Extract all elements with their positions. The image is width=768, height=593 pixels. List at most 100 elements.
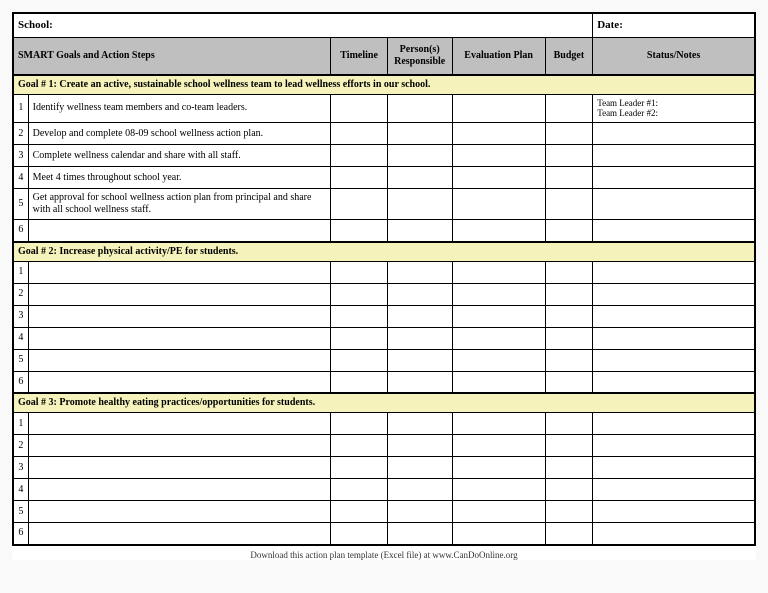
step-row: 2	[13, 435, 755, 457]
cell-notes	[593, 371, 755, 393]
cell-persons	[387, 189, 452, 220]
step-text	[28, 371, 331, 393]
step-row: 3Complete wellness calendar and share wi…	[13, 145, 755, 167]
cell-timeline	[331, 523, 387, 545]
hdr-goals: SMART Goals and Action Steps	[13, 37, 331, 75]
step-row: 5	[13, 501, 755, 523]
step-text	[28, 501, 331, 523]
step-text: Get approval for school wellness action …	[28, 189, 331, 220]
cell-eval	[452, 371, 545, 393]
cell-budget	[545, 145, 593, 167]
cell-notes	[593, 349, 755, 371]
step-row: 6	[13, 371, 755, 393]
cell-persons	[387, 371, 452, 393]
cell-persons	[387, 435, 452, 457]
cell-timeline	[331, 435, 387, 457]
step-row: 3	[13, 305, 755, 327]
step-text: Meet 4 times throughout school year.	[28, 167, 331, 189]
step-number: 1	[13, 94, 28, 123]
cell-persons	[387, 220, 452, 242]
step-row: 1	[13, 261, 755, 283]
step-text	[28, 349, 331, 371]
cell-timeline	[331, 371, 387, 393]
cell-budget	[545, 167, 593, 189]
cell-notes: Team Leader #1: Team Leader #2:	[593, 94, 755, 123]
step-number: 3	[13, 145, 28, 167]
hdr-eval: Evaluation Plan	[452, 37, 545, 75]
cell-eval	[452, 167, 545, 189]
step-number: 6	[13, 220, 28, 242]
step-row: 4	[13, 327, 755, 349]
cell-budget	[545, 479, 593, 501]
cell-eval	[452, 479, 545, 501]
cell-notes	[593, 327, 755, 349]
hdr-notes: Status/Notes	[593, 37, 755, 75]
step-number: 1	[13, 261, 28, 283]
cell-eval	[452, 94, 545, 123]
cell-persons	[387, 305, 452, 327]
cell-timeline	[331, 413, 387, 435]
step-number: 5	[13, 501, 28, 523]
cell-persons	[387, 501, 452, 523]
step-text	[28, 305, 331, 327]
cell-notes	[593, 189, 755, 220]
cell-notes	[593, 145, 755, 167]
step-row: 1	[13, 413, 755, 435]
cell-eval	[452, 123, 545, 145]
header-row: SMART Goals and Action Steps Timeline Pe…	[13, 37, 755, 75]
cell-eval	[452, 413, 545, 435]
cell-budget	[545, 349, 593, 371]
step-text	[28, 261, 331, 283]
cell-eval	[452, 283, 545, 305]
cell-timeline	[331, 327, 387, 349]
step-row: 4	[13, 479, 755, 501]
top-row: School: Date:	[13, 13, 755, 37]
cell-timeline	[331, 283, 387, 305]
cell-persons	[387, 167, 452, 189]
cell-budget	[545, 457, 593, 479]
step-row: 2	[13, 283, 755, 305]
step-number: 2	[13, 123, 28, 145]
step-row: 6	[13, 523, 755, 545]
cell-timeline	[331, 145, 387, 167]
cell-timeline	[331, 261, 387, 283]
cell-persons	[387, 327, 452, 349]
cell-budget	[545, 305, 593, 327]
cell-eval	[452, 305, 545, 327]
step-text	[28, 435, 331, 457]
cell-budget	[545, 327, 593, 349]
step-number: 6	[13, 371, 28, 393]
cell-notes	[593, 167, 755, 189]
cell-timeline	[331, 123, 387, 145]
cell-persons	[387, 145, 452, 167]
cell-persons	[387, 479, 452, 501]
school-label: School:	[13, 13, 593, 37]
hdr-persons: Person(s) Responsible	[387, 37, 452, 75]
step-number: 3	[13, 305, 28, 327]
cell-notes	[593, 123, 755, 145]
cell-eval	[452, 523, 545, 545]
cell-budget	[545, 283, 593, 305]
cell-timeline	[331, 479, 387, 501]
cell-budget	[545, 523, 593, 545]
cell-persons	[387, 457, 452, 479]
cell-budget	[545, 261, 593, 283]
cell-persons	[387, 413, 452, 435]
step-text	[28, 413, 331, 435]
cell-notes	[593, 457, 755, 479]
step-number: 5	[13, 349, 28, 371]
cell-timeline	[331, 189, 387, 220]
step-row: 5Get approval for school wellness action…	[13, 189, 755, 220]
cell-timeline	[331, 94, 387, 123]
step-text	[28, 220, 331, 242]
step-number: 2	[13, 283, 28, 305]
cell-persons	[387, 261, 452, 283]
step-row: 1Identify wellness team members and co-t…	[13, 94, 755, 123]
step-text	[28, 327, 331, 349]
cell-notes	[593, 501, 755, 523]
plan-table: School: Date: SMART Goals and Action Ste…	[12, 12, 756, 546]
cell-timeline	[331, 349, 387, 371]
cell-timeline	[331, 220, 387, 242]
cell-persons	[387, 349, 452, 371]
hdr-budget: Budget	[545, 37, 593, 75]
